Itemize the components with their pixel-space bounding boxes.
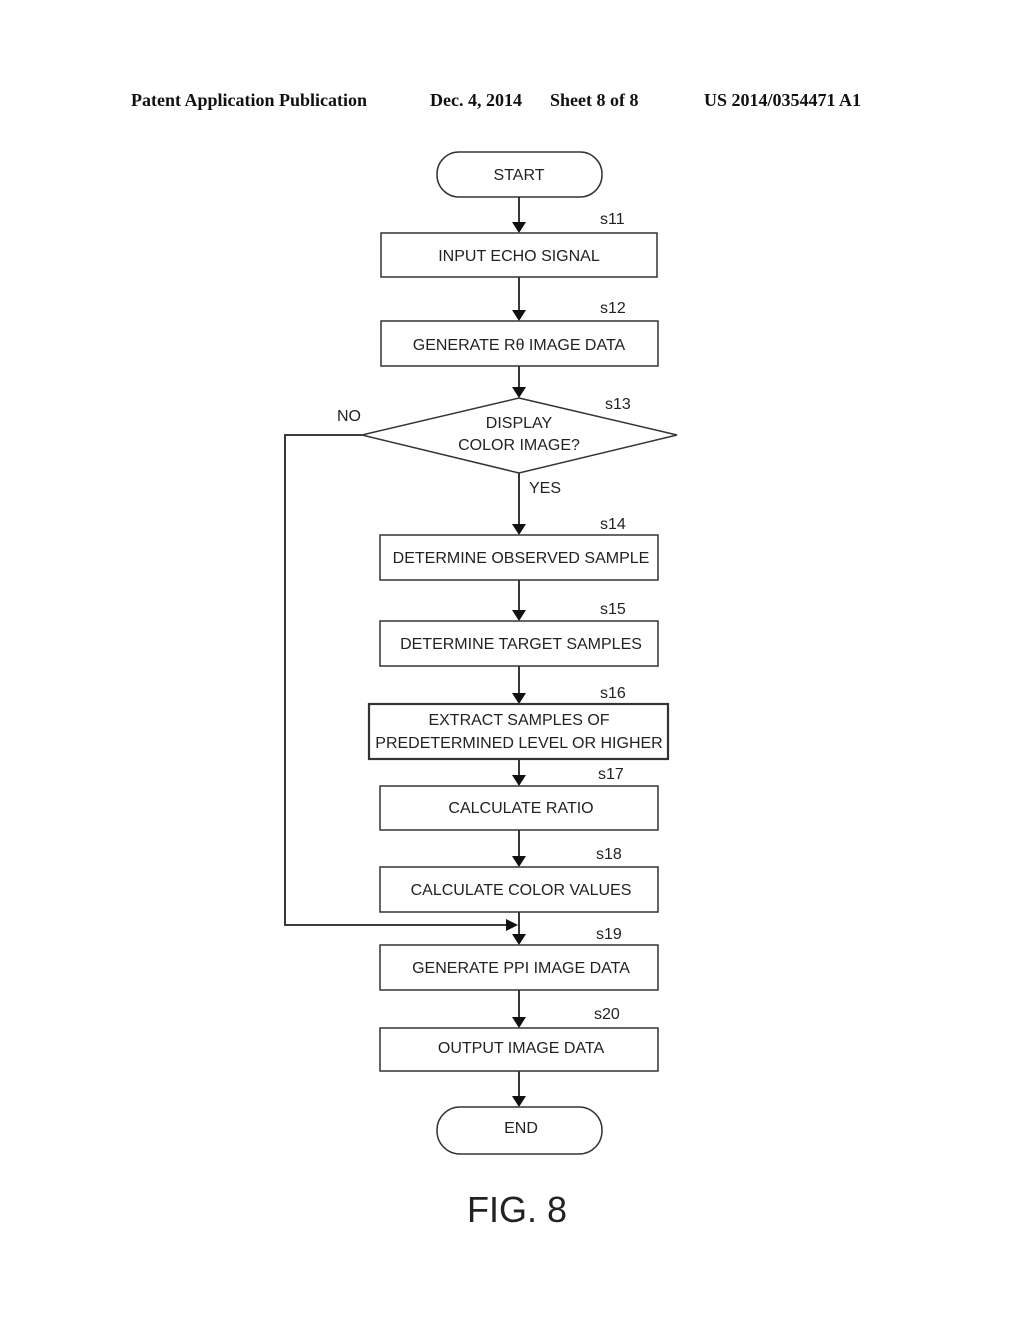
step-id: s15	[600, 601, 626, 618]
step-text: DETERMINE OBSERVED SAMPLE	[393, 550, 650, 567]
end-label: END	[504, 1120, 538, 1137]
step-text: COLOR IMAGE?	[458, 437, 580, 454]
arrowhead	[512, 387, 526, 398]
arrowhead	[512, 222, 526, 233]
arrowhead	[512, 524, 526, 535]
step-id: s17	[598, 766, 624, 783]
step-text: CALCULATE COLOR VALUES	[411, 882, 632, 899]
step-text: CALCULATE RATIO	[448, 800, 593, 817]
arrowhead	[512, 310, 526, 321]
step-id: s12	[600, 300, 626, 317]
arrowhead	[512, 934, 526, 945]
connector-no-branch	[284, 434, 508, 926]
step-text: OUTPUT IMAGE DATA	[438, 1040, 605, 1057]
step-id: s18	[596, 846, 622, 863]
yes-label: YES	[529, 480, 561, 497]
no-label: NO	[337, 408, 361, 425]
arrowhead	[512, 856, 526, 867]
step-text: GENERATE PPI IMAGE DATA	[412, 960, 630, 977]
step-id: s19	[596, 926, 622, 943]
figure-label: FIG. 8	[467, 1189, 567, 1230]
step-id: s20	[594, 1006, 620, 1023]
arrowhead	[512, 610, 526, 621]
step-text: PREDETERMINED LEVEL OR HIGHER	[375, 735, 662, 752]
arrowhead	[512, 775, 526, 786]
arrowhead	[512, 1096, 526, 1107]
step-id: s13	[605, 396, 631, 413]
start-label: START	[494, 167, 545, 184]
step-text: INPUT ECHO SIGNAL	[438, 248, 600, 265]
flowchart: START INPUT ECHO SIGNAL s11 GENERATE Rθ …	[284, 151, 678, 1230]
step-text: DISPLAY	[486, 415, 553, 432]
arrowhead	[512, 693, 526, 704]
arrowhead	[512, 1017, 526, 1028]
step-text: EXTRACT SAMPLES OF	[428, 712, 609, 729]
step-text: DETERMINE TARGET SAMPLES	[400, 636, 642, 653]
step-id: s14	[600, 516, 626, 533]
step-s13: DISPLAY COLOR IMAGE? s13 NO YES	[337, 396, 678, 497]
arrowhead	[506, 919, 518, 931]
step-text: GENERATE Rθ IMAGE DATA	[413, 337, 626, 354]
step-id: s11	[600, 211, 625, 228]
step-id: s16	[600, 685, 626, 702]
